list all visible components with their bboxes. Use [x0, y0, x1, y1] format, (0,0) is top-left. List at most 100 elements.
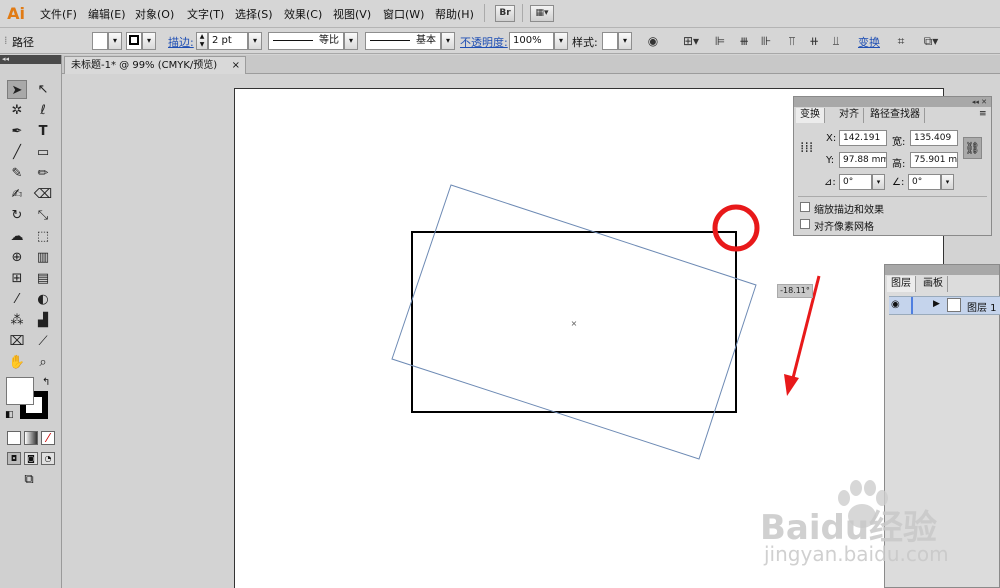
stroke-weight-dropdown[interactable]: ▾: [248, 32, 262, 50]
tab-transform[interactable]: 变换: [796, 108, 825, 123]
brush-dropdown[interactable]: ▾: [441, 32, 455, 50]
pen-tool-icon[interactable]: ✒: [7, 122, 27, 141]
scale-tool-icon[interactable]: ⤡: [33, 206, 53, 225]
type-tool-icon[interactable]: T: [33, 122, 53, 141]
align-top-icon[interactable]: ⫪: [784, 33, 800, 49]
x-input[interactable]: 142.191: [839, 130, 887, 146]
height-input[interactable]: 75.901 m: [910, 152, 958, 168]
selection-tool-icon[interactable]: ➤: [7, 80, 27, 99]
profile-dropdown[interactable]: ▾: [344, 32, 358, 50]
menu-help[interactable]: 帮助(H): [435, 6, 474, 22]
align-center-icon[interactable]: ⧻: [736, 33, 752, 49]
align-pixel-grid-checkbox[interactable]: [800, 219, 810, 229]
warp-tool-icon[interactable]: ☁: [7, 227, 27, 246]
expand-arrow-icon[interactable]: ▶: [933, 299, 940, 309]
isolate-icon[interactable]: ⌗: [893, 33, 909, 49]
graphic-style-swatch[interactable]: [602, 32, 618, 50]
eyedropper-tool-icon[interactable]: ⁄: [7, 290, 27, 309]
blend-tool-icon[interactable]: ◐: [33, 290, 53, 309]
menu-view[interactable]: 视图(V): [333, 6, 371, 22]
document-tab[interactable]: 未标题-1* @ 99% (CMYK/预览) ×: [64, 56, 246, 74]
constrain-proportions-icon[interactable]: ⛓: [963, 137, 982, 159]
variable-width-profile[interactable]: 等比: [268, 32, 344, 50]
tab-align[interactable]: 对齐: [835, 108, 864, 123]
line-tool-icon[interactable]: ╱: [7, 143, 27, 162]
blob-brush-tool-icon[interactable]: ✍: [7, 185, 27, 204]
reference-point-icon[interactable]: ⁞⁞⁞: [800, 140, 816, 156]
shear-angle-input[interactable]: 0°: [908, 174, 941, 190]
menu-type[interactable]: 文字(T): [187, 6, 224, 22]
rotate-angle-dropdown[interactable]: ▾: [872, 174, 885, 190]
fill-dropdown[interactable]: ▾: [108, 32, 122, 50]
tab-artboards[interactable]: 画板: [919, 276, 948, 292]
scale-strokes-checkbox[interactable]: [800, 202, 810, 212]
arrange-documents-button[interactable]: ▦▾: [530, 5, 554, 22]
gradient-mode-icon[interactable]: [24, 431, 38, 445]
stroke-weight-input[interactable]: 2 pt: [208, 32, 248, 50]
color-mode-icon[interactable]: [7, 431, 21, 445]
stroke-swatch[interactable]: [126, 32, 142, 50]
tab-pathfinder[interactable]: 路径查找器: [866, 108, 925, 123]
opacity-link[interactable]: 不透明度:: [460, 34, 508, 50]
screen-mode-icon[interactable]: ⧉: [19, 473, 39, 487]
stroke-weight-stepper[interactable]: ▲ ▼: [196, 32, 208, 50]
shear-angle-dropdown[interactable]: ▾: [941, 174, 954, 190]
pencil-tool-icon[interactable]: ✏: [33, 164, 53, 183]
align-bottom-icon[interactable]: ⫫: [828, 33, 844, 49]
visibility-eye-icon[interactable]: ◉: [891, 299, 900, 310]
menu-object[interactable]: 对象(O): [135, 6, 174, 22]
panel-options-icon[interactable]: ⧉▾: [918, 33, 944, 49]
panel-menu-icon[interactable]: ≡: [979, 109, 987, 119]
swap-colors-icon[interactable]: ↰: [42, 377, 50, 388]
layer-row[interactable]: ◉ ▶ 图层 1: [889, 296, 1000, 315]
graphic-style-dropdown[interactable]: ▾: [618, 32, 632, 50]
artboard-tool-icon[interactable]: ⌧: [7, 332, 27, 351]
direct-selection-tool-icon[interactable]: ↖: [33, 80, 53, 99]
menu-select[interactable]: 选择(S): [235, 6, 273, 22]
shape-builder-tool-icon[interactable]: ⊕: [7, 248, 27, 267]
align-right-icon[interactable]: ⊪: [758, 33, 774, 49]
fill-color-swatch[interactable]: [6, 377, 34, 405]
slice-tool-icon[interactable]: ⟋: [33, 332, 53, 351]
stroke-weight-link[interactable]: 描边:: [168, 34, 194, 50]
menu-window[interactable]: 窗口(W): [383, 6, 424, 22]
tab-layers[interactable]: 图层: [887, 276, 916, 292]
zoom-tool-icon[interactable]: ⌕: [33, 353, 53, 372]
rotate-angle-input[interactable]: 0°: [839, 174, 872, 190]
gradient-tool-icon[interactable]: ▤: [33, 269, 53, 288]
paintbrush-tool-icon[interactable]: ✎: [7, 164, 27, 183]
bridge-button[interactable]: Br: [495, 5, 515, 22]
default-colors-icon[interactable]: ◧: [5, 410, 14, 420]
y-input[interactable]: 97.88 mm: [839, 152, 887, 168]
draw-inside-icon[interactable]: ◔: [41, 452, 55, 465]
hand-tool-icon[interactable]: ✋: [7, 353, 27, 372]
symbol-sprayer-tool-icon[interactable]: ⁂: [7, 311, 27, 330]
free-transform-tool-icon[interactable]: ⬚: [33, 227, 53, 246]
align-middle-icon[interactable]: ⧺: [806, 33, 822, 49]
lasso-tool-icon[interactable]: ℓ: [33, 101, 53, 120]
menu-file[interactable]: 文件(F): [40, 6, 77, 22]
menu-edit[interactable]: 编辑(E): [88, 6, 126, 22]
brush-definition[interactable]: 基本: [365, 32, 441, 50]
recolor-artwork-icon[interactable]: ◉: [645, 33, 661, 49]
layer-name[interactable]: 图层 1: [967, 299, 997, 314]
draw-behind-icon[interactable]: ◙: [24, 452, 38, 465]
collapse-icon[interactable]: ◂◂: [2, 55, 9, 63]
close-icon[interactable]: ×: [232, 57, 240, 74]
transform-link[interactable]: 变换: [858, 34, 880, 50]
align-to-icon[interactable]: ⊞▾: [680, 33, 702, 49]
align-left-icon[interactable]: ⊫: [712, 33, 728, 49]
none-mode-icon[interactable]: ⁄: [41, 431, 55, 445]
column-graph-tool-icon[interactable]: ▟: [33, 311, 53, 330]
width-input[interactable]: 135.409: [910, 130, 958, 146]
collapse-panel-icon[interactable]: ◂◂ ✕: [972, 98, 987, 106]
magic-wand-tool-icon[interactable]: ✲: [7, 101, 27, 120]
fill-swatch[interactable]: [92, 32, 108, 50]
menu-effect[interactable]: 效果(C): [284, 6, 322, 22]
draw-normal-icon[interactable]: ◘: [7, 452, 21, 465]
mesh-tool-icon[interactable]: ⊞: [7, 269, 27, 288]
rectangle-tool-icon[interactable]: ▭: [33, 143, 53, 162]
opacity-input[interactable]: 100%: [509, 32, 554, 50]
opacity-dropdown[interactable]: ▾: [554, 32, 568, 50]
eraser-tool-icon[interactable]: ⌫: [33, 185, 53, 204]
